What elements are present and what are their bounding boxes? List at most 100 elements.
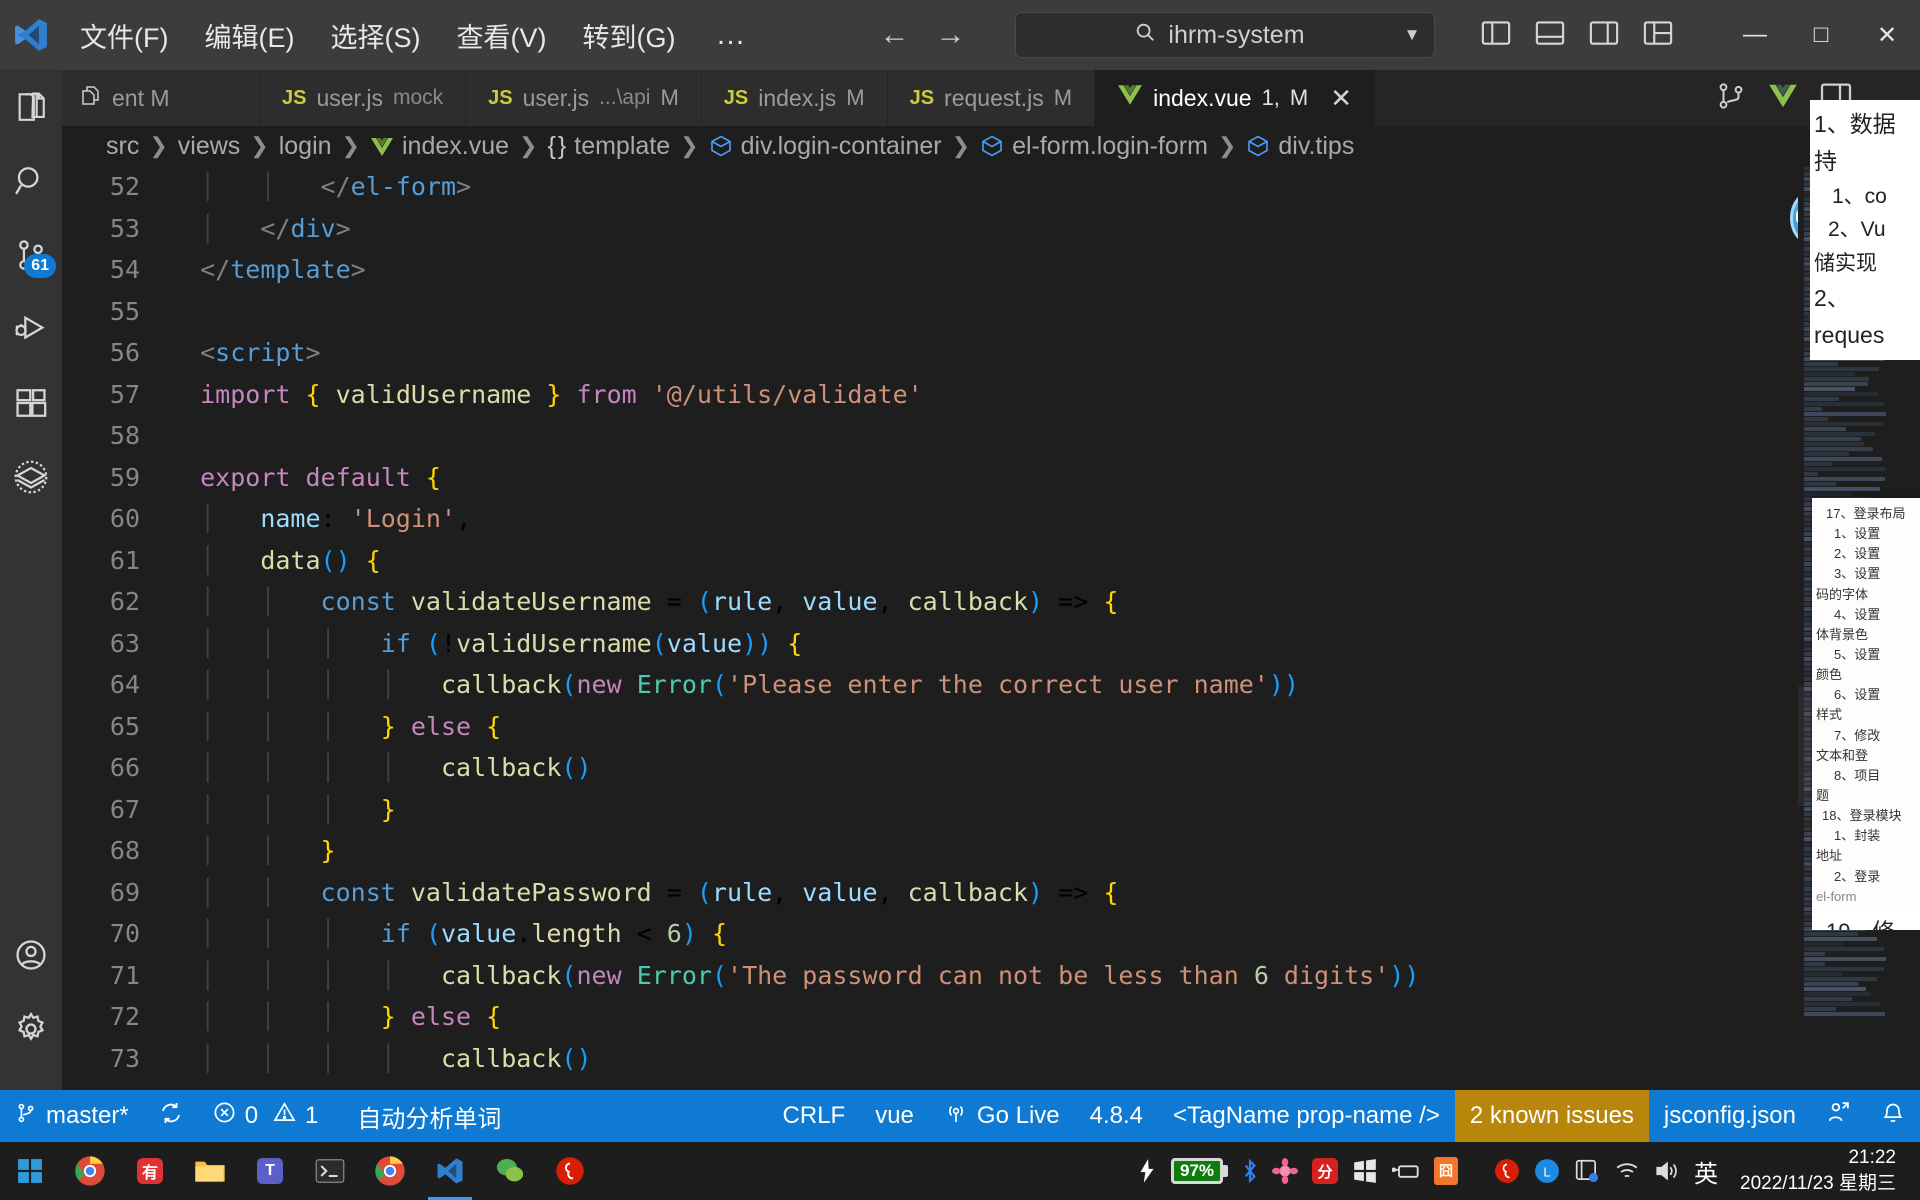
status-language-mode[interactable]: vue [860, 1090, 929, 1142]
maximize-button[interactable]: □ [1788, 0, 1854, 70]
status-word-analysis[interactable]: 自动分析单词 [333, 1090, 516, 1142]
breadcrumb-template[interactable]: { } template [547, 132, 670, 161]
close-button[interactable]: ✕ [1854, 0, 1920, 70]
layout-grid-icon[interactable] [1643, 20, 1673, 51]
breadcrumb-label: index.vue [401, 131, 510, 160]
breadcrumb-login[interactable]: login [279, 132, 332, 161]
doc-line: 2、Vu [1828, 218, 1886, 242]
status-problems[interactable]: 0 1 [198, 1090, 334, 1142]
taskbar-netease-music[interactable] [540, 1142, 600, 1200]
taskbar-terminal[interactable] [300, 1142, 360, 1200]
tab-user-js-mock[interactable]: JS user.js mock [260, 70, 467, 126]
lenovo-icon[interactable]: L [1534, 1158, 1560, 1184]
code-editor[interactable]: 52 │ │ </el-form> 53 │ </div> 54 </templat… [62, 166, 1920, 1090]
arrow-left-icon[interactable]: ← [879, 20, 909, 50]
taskbar-clock[interactable]: 21:22 2022/11/23 星期三 [1732, 1145, 1910, 1196]
taskbar-vscode[interactable] [420, 1142, 480, 1200]
tab-label: index.js [758, 84, 837, 111]
activity-settings[interactable] [0, 992, 62, 1066]
menu-go[interactable]: 转到(G) [564, 0, 693, 70]
system-tray: 97% 分 囧 L 英 21:22 2022/11/23 星期三 [1137, 1145, 1920, 1196]
doc-line: 7、修改 [1834, 727, 1881, 743]
bluetooth-icon[interactable] [1242, 1158, 1258, 1184]
taskbar-youdao[interactable]: 有 [120, 1142, 180, 1200]
tab-user-js-api[interactable]: JS user.js ...\api M [466, 70, 702, 126]
activity-run-debug[interactable] [0, 292, 62, 366]
screenshot-icon[interactable] [1574, 1158, 1600, 1184]
taskbar-chrome[interactable] [60, 1142, 120, 1200]
tab-component[interactable]: ent M [62, 70, 260, 126]
taskbar-chrome2[interactable] [360, 1142, 420, 1200]
taskbar-wechat[interactable] [480, 1142, 540, 1200]
app-red-icon[interactable]: 分 [1312, 1158, 1339, 1184]
panel-left-icon[interactable] [1481, 20, 1511, 51]
breadcrumb-el-form-login-form[interactable]: el-form.login-form [980, 132, 1208, 161]
status-eol[interactable]: CRLF [768, 1090, 861, 1142]
activity-explorer[interactable] [0, 70, 62, 144]
navigation-arrows: ← → [879, 20, 965, 50]
status-branch-label: master* [46, 1102, 129, 1129]
usb-icon[interactable] [1392, 1159, 1420, 1183]
ime-indicator[interactable]: 英 [1694, 1154, 1718, 1189]
status-go-live[interactable]: Go Live [929, 1090, 1075, 1142]
activity-live-share[interactable] [0, 440, 62, 514]
activity-source-control[interactable]: 61 [0, 218, 62, 292]
status-known-issues[interactable]: 2 known issues [1454, 1090, 1649, 1142]
app-pink-icon[interactable] [1272, 1158, 1299, 1184]
breadcrumb-src[interactable]: src [106, 132, 139, 161]
activity-account[interactable] [0, 918, 62, 992]
split-editor-icon[interactable] [1716, 81, 1746, 116]
menu-edit[interactable]: 编辑(E) [186, 0, 312, 70]
wifi-icon[interactable] [1614, 1160, 1640, 1182]
menu-view[interactable]: 查看(V) [438, 0, 564, 70]
js-icon: JS [488, 86, 513, 109]
chevron-down-icon[interactable]: ▼ [1404, 25, 1421, 45]
volume-icon[interactable] [1654, 1159, 1680, 1183]
quick-open-input[interactable]: ihrm-system ▼ [1015, 12, 1436, 58]
menu-file[interactable]: 文件(F) [62, 0, 186, 70]
broadcast-icon [944, 1101, 968, 1132]
status-notifications[interactable] [1866, 1090, 1920, 1142]
status-feedback[interactable] [1811, 1090, 1866, 1142]
tab-index-vue[interactable]: index.vue 1, M ✕ [1095, 70, 1376, 126]
minimize-button[interactable]: — [1722, 0, 1788, 70]
doc-line: 1、co [1832, 184, 1887, 208]
menu-bar[interactable]: 文件(F) 编辑(E) 选择(S) 查看(V) 转到(G) … [62, 0, 769, 70]
panel-bottom-icon[interactable] [1535, 20, 1565, 51]
status-branch[interactable]: master* [0, 1090, 144, 1142]
windows-icon[interactable] [1352, 1158, 1378, 1184]
orange-icon[interactable]: 囧 [1434, 1157, 1459, 1185]
breadcrumb-label: login [278, 131, 332, 160]
status-jsconfig[interactable]: jsconfig.json [1649, 1090, 1811, 1142]
status-tagname-prop[interactable]: <TagName prop-name /> [1158, 1090, 1455, 1142]
chevron-right-icon: ❯ [149, 133, 168, 158]
panel-right-icon[interactable] [1589, 20, 1619, 51]
sync-icon [159, 1101, 183, 1132]
breadcrumb-div-login-container[interactable]: div.login-container [709, 132, 942, 161]
taskbar-teams[interactable]: T [240, 1142, 300, 1200]
menu-selection[interactable]: 选择(S) [312, 0, 438, 70]
status-version[interactable]: 4.8.4 [1075, 1090, 1158, 1142]
activity-search[interactable] [0, 144, 62, 218]
close-icon[interactable]: ✕ [1330, 83, 1352, 114]
tab-request-js[interactable]: JS request.js M [887, 70, 1096, 126]
arrow-right-icon[interactable]: → [935, 20, 965, 50]
breadcrumb-index-vue[interactable]: index.vue [370, 132, 509, 161]
battery-indicator[interactable]: 97% [1171, 1158, 1229, 1184]
error-icon [213, 1101, 236, 1131]
window-controls: — □ ✕ [1722, 0, 1920, 70]
netease-icon[interactable] [1494, 1158, 1520, 1184]
vue-devtools-icon[interactable] [1768, 83, 1798, 114]
activity-extensions[interactable] [0, 366, 62, 440]
status-sync[interactable] [144, 1090, 198, 1142]
breadcrumb-div-tips[interactable]: div.tips [1246, 132, 1354, 161]
status-bar-right: CRLF vue Go Live 4.8.4 <TagName prop-nam… [768, 1090, 1920, 1142]
tab-index-js[interactable]: JS index.js M [701, 70, 888, 126]
breadcrumb-views[interactable]: views [178, 132, 241, 161]
reference-doc-panel[interactable]: 1、数据持 1、co 2、Vu 储实现 2、reques 17、登录布局 1、设… [1810, 100, 1920, 930]
doc-outline-popup: 17、登录布局 1、设置 2、设置 3、设置 码的字体 4、设置 体背景色 5、… [1812, 498, 1920, 913]
windows-start-icon[interactable] [0, 1142, 60, 1200]
taskbar-file-explorer[interactable] [180, 1142, 240, 1200]
menu-more[interactable]: … [693, 0, 769, 70]
doc-line: 题 [1816, 787, 1830, 803]
